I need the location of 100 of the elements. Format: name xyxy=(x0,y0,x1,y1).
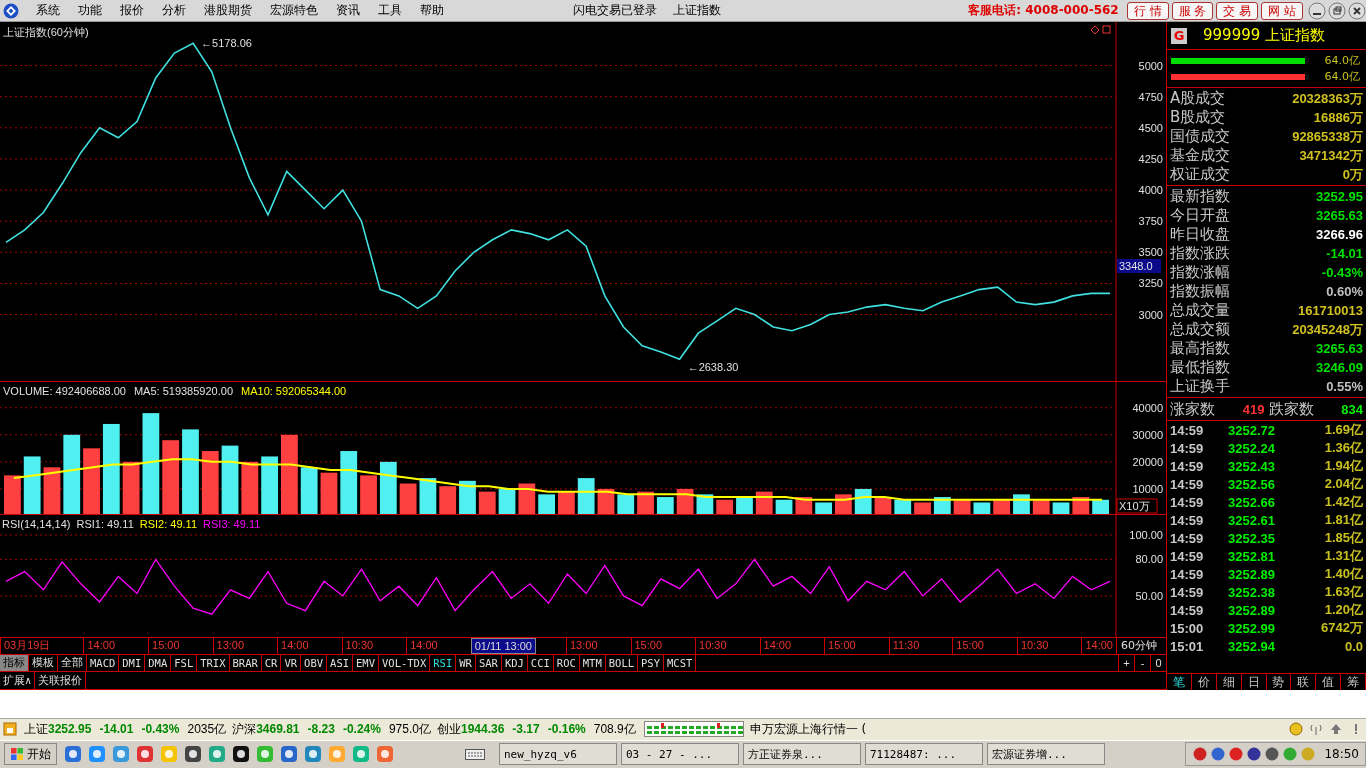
menu-item[interactable]: 系统 xyxy=(27,2,69,20)
volume-bar xyxy=(4,475,21,515)
app-shortcut-icon[interactable] xyxy=(184,745,202,764)
app-shortcut-icon[interactable] xyxy=(232,745,250,764)
close-icon[interactable] xyxy=(1348,1,1366,20)
tray-icon[interactable] xyxy=(1264,746,1281,763)
time-axis-label: 15:00 xyxy=(148,637,183,654)
up-arrow-icon[interactable] xyxy=(1329,722,1343,737)
tick-price: 3252.99 xyxy=(1228,620,1276,636)
time-axis-label: 14:00 xyxy=(83,637,118,654)
field-label: 指数涨跌 xyxy=(1170,244,1230,264)
volume-bar xyxy=(360,475,377,515)
tick-price: 3252.89 xyxy=(1228,566,1276,582)
axis-tick-label: 80.00 xyxy=(1135,553,1163,566)
field-value: 3471342万 xyxy=(1299,146,1363,165)
field-label: 总成交额 xyxy=(1170,320,1230,340)
menu-item[interactable]: 宏源特色 xyxy=(261,2,327,20)
menu-item[interactable]: 功能 xyxy=(69,2,111,20)
field-value: 0.55% xyxy=(1326,379,1363,395)
menu-item[interactable]: 帮助 xyxy=(411,2,453,20)
tick-volume: 0.0 xyxy=(1343,638,1363,654)
service-button[interactable]: 交 易 xyxy=(1216,1,1259,20)
volume-bar xyxy=(835,494,852,515)
menu-item[interactable]: 工具 xyxy=(369,2,411,20)
time-axis-label: 14:00 xyxy=(406,637,441,654)
volume-bar xyxy=(459,480,476,515)
coin-icon[interactable] xyxy=(1289,722,1303,737)
field-value: 92865338万 xyxy=(1292,127,1363,146)
menu-item[interactable]: 资讯 xyxy=(327,2,369,20)
tick-volume: 1.42亿 xyxy=(1323,493,1363,512)
diamond-icon[interactable] xyxy=(1090,25,1100,35)
extra-tab[interactable]: 关联报价 xyxy=(35,672,87,690)
extra-tab[interactable]: 扩展∧ xyxy=(0,672,36,690)
tick-volume: 1.20亿 xyxy=(1323,601,1363,620)
time-axis-label: 15:00 xyxy=(824,637,859,654)
volume-bar xyxy=(676,489,694,515)
market-meter-icon xyxy=(643,721,744,738)
menu-item[interactable]: 报价 xyxy=(111,2,153,20)
advancers-count: 419 xyxy=(1242,401,1265,417)
volume-bar xyxy=(23,456,41,515)
taskbar-window-button[interactable]: 03 - 27 - ... xyxy=(621,743,739,766)
volume-bar xyxy=(399,483,417,515)
field-value: 3266.96 xyxy=(1316,227,1363,243)
time-axis-label: 03月19日 xyxy=(0,637,54,654)
tick-time: 14:59 xyxy=(1170,494,1205,510)
index-name: 沪深 xyxy=(232,720,257,738)
tick-time: 14:59 xyxy=(1170,602,1205,618)
restore-icon[interactable] xyxy=(1328,1,1346,20)
index-value: 3469.81 xyxy=(256,722,300,737)
axis-tick-label: 10000 xyxy=(1132,483,1163,496)
lock-icon[interactable] xyxy=(3,722,17,737)
start-button[interactable]: 开始 xyxy=(4,743,57,766)
axis-tick-label: 4000 xyxy=(1138,184,1163,197)
tray-icon[interactable] xyxy=(1246,746,1263,763)
minimize-icon[interactable] xyxy=(1308,1,1326,20)
extreme-price-label: ←5178.06 xyxy=(201,37,252,50)
time-axis-label: 13:00 xyxy=(565,637,601,654)
extreme-price-label: ←2638.30 xyxy=(687,361,739,374)
tick-volume: 1.69亿 xyxy=(1323,421,1363,440)
antenna-icon[interactable] xyxy=(1309,722,1323,737)
index-change: -14.01 xyxy=(99,722,134,737)
tray-icon[interactable] xyxy=(1192,746,1209,763)
app-logo-icon[interactable] xyxy=(3,2,19,19)
service-button[interactable]: 行 情 xyxy=(1126,1,1169,20)
axis-tick-label: 30000 xyxy=(1132,428,1163,441)
tick-volume: 1.94亿 xyxy=(1323,457,1363,476)
advancers-label: 涨家数 xyxy=(1170,399,1215,419)
tick-time: 14:59 xyxy=(1170,458,1205,474)
volume-bar xyxy=(419,478,437,515)
field-value: 20328363万 xyxy=(1292,89,1363,108)
menu-item[interactable]: 港股期货 xyxy=(195,2,261,20)
service-button[interactable]: 服 务 xyxy=(1171,1,1214,20)
volume-bar xyxy=(83,448,100,515)
axis-tick-label: 4750 xyxy=(1138,91,1163,104)
tick-volume: 1.31亿 xyxy=(1323,547,1363,566)
volume-bar xyxy=(518,483,536,515)
index-name: 创业 xyxy=(436,720,461,738)
taskbar-window-button[interactable]: 71128487: ... xyxy=(865,743,983,766)
strength-reading: 64.0亿 xyxy=(1324,53,1360,69)
index-name: 上证 xyxy=(24,720,48,738)
service-button[interactable]: 网 站 xyxy=(1261,1,1303,20)
volume-bar xyxy=(597,489,615,515)
axis-tick-label: 4250 xyxy=(1138,153,1163,166)
time-axis-label: 10:30 xyxy=(1016,637,1052,654)
tick-price: 3252.66 xyxy=(1228,494,1276,510)
volume-bar xyxy=(538,494,555,515)
menu-item[interactable]: 分析 xyxy=(153,2,195,20)
index-change: -8.23 xyxy=(307,722,335,737)
field-label: 国债成交 xyxy=(1170,127,1230,147)
keyboard-icon[interactable] xyxy=(465,747,485,762)
axis-tick-label: 5000 xyxy=(1138,59,1163,72)
volume-bar xyxy=(261,456,278,515)
square-icon[interactable] xyxy=(1102,25,1111,34)
cursor-price-label: 3348.0 xyxy=(1117,259,1161,274)
volume-bar xyxy=(854,489,872,515)
tray-icon[interactable] xyxy=(1228,746,1245,763)
taskbar-window-button[interactable]: 方正证券泉... xyxy=(743,743,861,766)
taskbar-window-button[interactable]: new_hyzq_v6 xyxy=(499,743,617,766)
taskbar-window-button[interactable]: 宏源证券增... xyxy=(987,743,1105,766)
tray-icon[interactable] xyxy=(1210,746,1227,763)
